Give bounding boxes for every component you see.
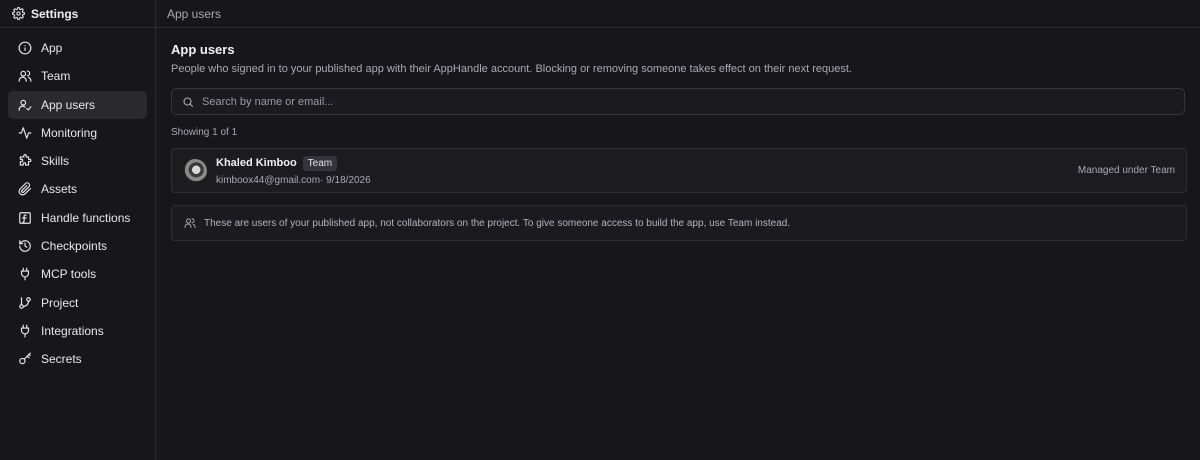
sidebar-item-monitoring[interactable]: Monitoring: [8, 119, 147, 147]
sidebar-item-app[interactable]: App: [8, 34, 147, 62]
sidebar-item-label: App users: [41, 97, 96, 112]
puzzle-icon: [19, 154, 32, 166]
user-info: Khaled Kimboo Team kimboox44@gmail.com· …: [216, 155, 371, 186]
info-note-text: These are users of your published app, n…: [204, 217, 791, 229]
sidebar-item-app-users[interactable]: App users: [8, 90, 147, 119]
sidebar-item-assets[interactable]: Assets: [8, 175, 147, 203]
user-row[interactable]: Khaled Kimboo Team kimboox44@gmail.com· …: [171, 148, 1187, 193]
key-icon: [19, 352, 31, 365]
search-input[interactable]: [202, 95, 1184, 108]
sidebar-item-integrations[interactable]: Integrations: [8, 317, 147, 345]
sidebar-item-handle-functions[interactable]: Handle functions: [8, 204, 147, 232]
app-window: Settings App Team App users Monitoring S…: [0, 0, 1200, 460]
breadcrumb-current: App users: [167, 6, 222, 21]
search-icon: [183, 96, 194, 107]
plug-icon: [20, 324, 30, 338]
breadcrumb: App users: [156, 0, 1200, 28]
sidebar-item-secrets[interactable]: Secrets: [8, 345, 147, 373]
avatar: [183, 158, 207, 183]
gear-icon: [12, 7, 25, 20]
page-title: App users: [171, 42, 235, 57]
sidebar-item-label: Checkpoints: [41, 239, 108, 254]
sidebar-item-label: Assets: [41, 182, 78, 197]
sidebar-item-label: MCP tools: [41, 267, 97, 282]
sidebar-item-label: Monitoring: [41, 125, 98, 140]
content: App users People who signed in to your p…: [156, 28, 1200, 241]
history-icon: [19, 240, 31, 252]
users-icon: [18, 70, 32, 83]
sidebar-item-label: Team: [41, 69, 71, 84]
function-icon: [19, 211, 31, 224]
user-status: Managed under Team: [1077, 165, 1175, 176]
paperclip-icon: [18, 182, 32, 196]
info-note: These are users of your published app, n…: [171, 205, 1187, 241]
plug-icon: [20, 267, 30, 281]
sidebar-item-label: Secrets: [41, 352, 82, 367]
sidebar-title: Settings: [31, 6, 79, 21]
git-branch-icon: [19, 296, 31, 309]
sidebar-item-label: Integrations: [41, 323, 104, 338]
user-name: Khaled Kimboo: [216, 157, 297, 169]
sidebar-item-mcp-tools[interactable]: MCP tools: [8, 260, 147, 288]
sidebar-item-checkpoints[interactable]: Checkpoints: [8, 232, 147, 260]
sidebar-item-label: Skills: [41, 154, 70, 169]
search-box[interactable]: [171, 88, 1185, 115]
user-check-icon: [18, 99, 32, 111]
sidebar-item-label: App: [41, 41, 63, 55]
users-icon: [184, 218, 196, 228]
sidebar-item-label: Handle functions: [41, 210, 131, 225]
sidebar-item-project[interactable]: Project: [8, 289, 147, 317]
page-description: People who signed in to your published a…: [171, 63, 852, 75]
info-icon: [18, 41, 32, 55]
sidebar-item-label: Project: [41, 295, 79, 310]
sidebar: Settings App Team App users Monitoring S…: [0, 0, 156, 460]
user-name-line: Khaled Kimboo Team: [216, 155, 371, 171]
role-badge: Team: [302, 155, 338, 171]
user-email-date: kimboox44@gmail.com· 9/18/2026: [216, 174, 371, 186]
sidebar-item-team[interactable]: Team: [8, 62, 147, 90]
activity-icon: [18, 127, 32, 139]
sidebar-item-skills[interactable]: Skills: [8, 147, 147, 175]
result-count: Showing 1 of 1: [171, 127, 238, 138]
sidebar-header: Settings: [0, 0, 155, 28]
main-panel: App users App users People who signed in…: [156, 0, 1200, 460]
sidebar-nav: App Team App users Monitoring Skills Ass…: [0, 28, 155, 380]
